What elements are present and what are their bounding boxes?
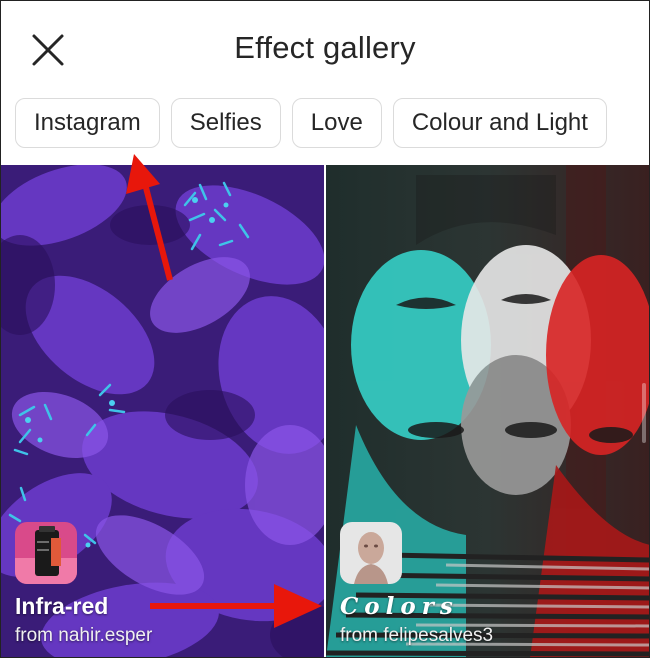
effect-author: from nahir.esper <box>15 625 153 646</box>
head-bust-icon <box>340 522 402 584</box>
effect-preview-image <box>326 165 650 658</box>
effect-tile-colors[interactable]: Colors from felipesalves3 <box>326 165 650 658</box>
tab-love[interactable]: Love <box>291 98 382 148</box>
effect-name: Infra-red <box>15 593 109 619</box>
tab-selfies[interactable]: Selfies <box>170 98 281 148</box>
effect-tile-infra-red[interactable]: Infra-red from nahir.esper <box>0 165 324 658</box>
effect-name: Colors <box>340 593 459 620</box>
effects-grid: Infra-red from nahir.esper Colors from f… <box>0 165 650 658</box>
effect-thumbnail <box>15 522 77 584</box>
effect-preview-image <box>0 165 324 658</box>
scrollbar[interactable] <box>642 383 646 443</box>
effect-author: from felipesalves3 <box>340 625 494 646</box>
category-tabs: Instagram Selfies Love Colour and Light <box>15 98 607 148</box>
tab-instagram[interactable]: Instagram <box>15 98 160 148</box>
tab-colour-and-light[interactable]: Colour and Light <box>392 98 607 148</box>
header: Effect gallery <box>0 0 650 92</box>
effect-thumbnail <box>340 522 402 584</box>
film-canister-icon <box>15 522 77 584</box>
page-title: Effect gallery <box>234 30 416 65</box>
